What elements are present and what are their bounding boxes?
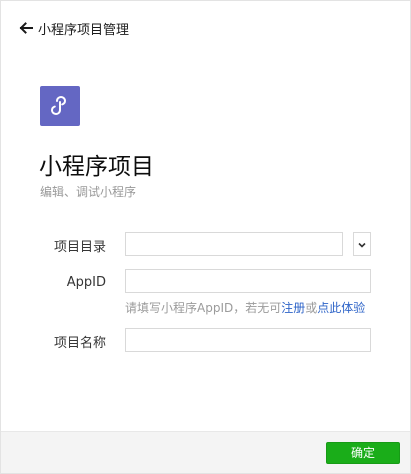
miniprogram-logo-icon bbox=[40, 86, 80, 126]
confirm-button[interactable]: 确定 bbox=[326, 442, 400, 464]
header-title: 小程序项目管理 bbox=[38, 22, 130, 38]
appid-hint: 请填写小程序AppID，若无可注册或点此体验 bbox=[125, 299, 365, 316]
page-subtitle: 编辑、调试小程序 bbox=[40, 185, 137, 199]
appid-hint-or: 或 bbox=[305, 301, 318, 315]
appid-input[interactable] bbox=[125, 269, 371, 293]
register-link[interactable]: 注册 bbox=[281, 301, 305, 315]
back-button[interactable]: 小程序项目管理 bbox=[18, 18, 129, 38]
project-name-label: 项目名称 bbox=[53, 336, 106, 351]
appid-label: AppID bbox=[66, 275, 106, 290]
appid-hint-text: 请填写小程序AppID，若无可 bbox=[125, 301, 282, 315]
arrow-left-icon bbox=[18, 20, 34, 36]
project-dir-dropdown-button[interactable] bbox=[353, 232, 371, 256]
page-title: 小程序项目 bbox=[39, 154, 154, 180]
experience-link[interactable]: 点此体验 bbox=[317, 301, 365, 315]
project-dir-label: 项目目录 bbox=[53, 240, 106, 255]
project-name-input[interactable] bbox=[125, 328, 371, 352]
project-dir-input[interactable] bbox=[125, 232, 343, 256]
chevron-down-icon bbox=[357, 235, 367, 254]
